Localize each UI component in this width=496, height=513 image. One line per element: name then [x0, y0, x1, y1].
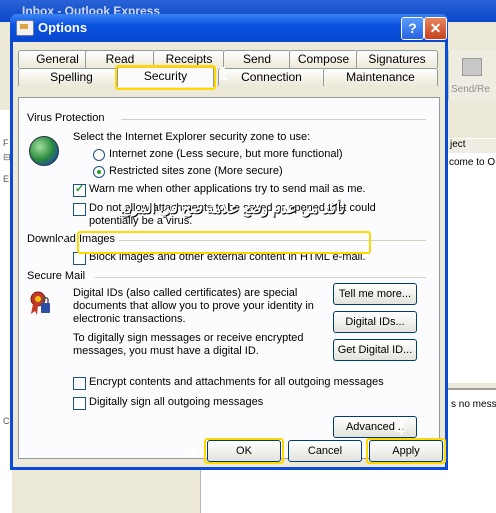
dialog-body: General Read Receipts Send Compose Signa…	[13, 42, 445, 467]
secure-mail-group-label: Secure Mail	[27, 270, 86, 282]
digital-id-description-line: Digital IDs (also called certificates) a…	[73, 287, 298, 299]
digital-id-description-line: electronic transactions.	[73, 313, 186, 325]
message-list-header[interactable]: ject	[448, 138, 496, 154]
tab-spelling[interactable]: Spelling	[18, 68, 125, 86]
security-tab-highlight	[115, 65, 216, 90]
tab-signatures[interactable]: Signatures	[356, 50, 438, 68]
subject-column-header[interactable]: ject	[450, 139, 466, 150]
tab-send[interactable]: Send	[223, 50, 291, 68]
tab-connection[interactable]: Connection	[218, 68, 325, 86]
virus-protection-group-label: Virus Protection	[27, 112, 105, 124]
tab-compose[interactable]: Compose	[289, 50, 358, 68]
options-icon	[16, 20, 34, 36]
digitally-sign-checkbox[interactable]	[73, 397, 86, 410]
warn-label[interactable]: Warn me when other applications try to s…	[89, 183, 366, 195]
bottom-pane	[200, 470, 496, 513]
globe-icon	[29, 136, 59, 166]
sign-description-line: To digitally sign messages or receive en…	[73, 332, 304, 344]
contacts-pane	[0, 470, 12, 513]
cancel-button[interactable]: Cancel	[288, 440, 362, 462]
restricted-zone-radio[interactable]	[93, 166, 105, 178]
apply-button-highlight	[366, 438, 446, 464]
contacts-icon: C	[3, 416, 10, 426]
attachments-checkbox[interactable]	[73, 203, 86, 216]
folder-icon: F	[3, 138, 9, 148]
dialog-titlebar[interactable]: Options ? ✕	[10, 14, 448, 42]
digital-id-description-line: documents that allow you to prove your i…	[73, 300, 314, 312]
tab-maintenance[interactable]: Maintenance	[323, 68, 438, 86]
get-digital-id-button[interactable]: Get Digital ID...	[333, 339, 417, 361]
preview-pane-text: s no mess	[451, 399, 496, 410]
internet-zone-radio[interactable]	[93, 149, 105, 161]
group-divider	[95, 277, 426, 278]
step-2-marker: 2	[56, 230, 68, 251]
tell-me-more-button[interactable]: Tell me more...	[333, 283, 417, 305]
internet-zone-label[interactable]: Internet zone (Less secure, but more fun…	[109, 148, 343, 160]
encrypt-checkbox[interactable]	[73, 377, 86, 390]
digital-ids-button[interactable]: Digital IDs...	[333, 311, 417, 333]
step-3-marker: 3	[186, 440, 198, 461]
step-4-marker: 4	[394, 419, 406, 440]
block-images-highlight	[77, 231, 371, 254]
folder-icon: E	[3, 174, 10, 184]
certificate-icon	[30, 291, 50, 315]
close-button[interactable]: ✕	[424, 17, 447, 40]
send-receive-button-label[interactable]: Send/Re	[451, 84, 490, 95]
digitally-sign-label[interactable]: Digitally sign all outgoing messages	[89, 396, 263, 408]
ok-button-highlight	[204, 438, 284, 464]
message-list[interactable]	[448, 153, 496, 383]
encrypt-label[interactable]: Encrypt contents and attachments for all…	[89, 376, 384, 388]
message-list-item[interactable]: come to O	[449, 157, 495, 168]
send-receive-icon[interactable]	[462, 58, 482, 76]
restricted-zone-label[interactable]: Restricted sites zone (More secure)	[109, 165, 283, 177]
security-tab-panel: Virus Protection Select the Internet Exp…	[18, 97, 440, 459]
step-1-marker: 1	[218, 64, 230, 85]
zone-prompt: Select the Internet Explorer security zo…	[73, 131, 311, 143]
instruction-note: تأكد من عدم وضع علامة صح في المربع	[120, 200, 345, 216]
warn-checkbox[interactable]	[73, 182, 86, 197]
group-divider	[121, 119, 426, 120]
sign-description-line: messages, you must have a digital ID.	[73, 345, 259, 357]
dialog-title: Options	[38, 20, 88, 35]
help-button[interactable]: ?	[401, 17, 424, 40]
